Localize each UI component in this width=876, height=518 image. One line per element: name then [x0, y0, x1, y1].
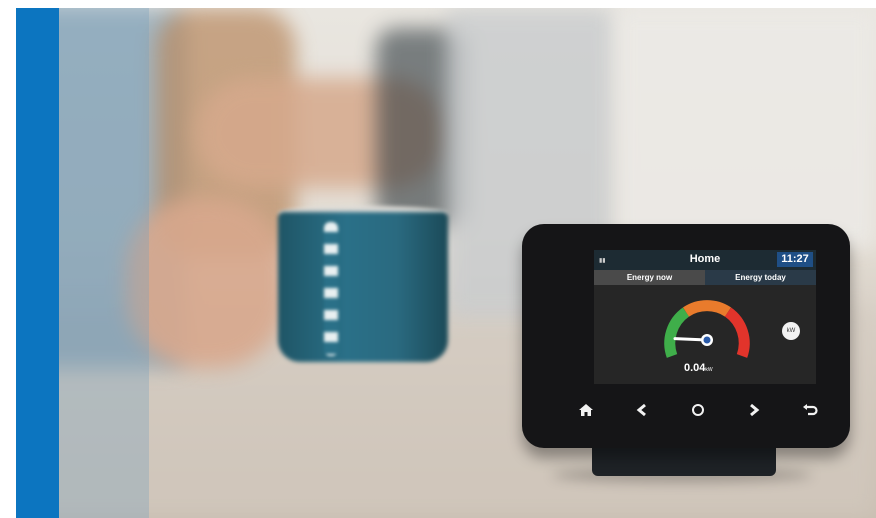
chevron-right-icon[interactable]	[742, 398, 766, 422]
gauge-orange-arc	[682, 300, 732, 317]
tab-energy-now[interactable]: Energy now	[594, 270, 705, 285]
status-bar: ▮▮ Home 11:27	[594, 250, 816, 270]
hand-blur	[126, 198, 286, 368]
circle-icon[interactable]	[686, 398, 710, 422]
in-home-display: ▮▮ Home 11:27 Energy now Energy today 0.…	[522, 224, 850, 448]
reading-unit: kW	[705, 367, 713, 373]
chevron-left-icon[interactable]	[630, 398, 654, 422]
shelf-blur	[616, 8, 876, 248]
back-arrow-icon[interactable]	[798, 398, 822, 422]
screen-tabs: Energy now Energy today	[594, 270, 816, 285]
unit-toggle-button[interactable]: kW	[782, 322, 800, 340]
brand-accent-bar	[16, 8, 59, 518]
home-icon[interactable]	[574, 398, 598, 422]
reading-value: 0.04	[684, 362, 706, 374]
gauge-green-arc	[664, 307, 690, 358]
tab-energy-today[interactable]: Energy today	[705, 270, 816, 285]
clock: 11:27	[777, 252, 813, 267]
device-screen: ▮▮ Home 11:27 Energy now Energy today 0.…	[594, 250, 816, 384]
gauge-red-arc	[724, 307, 750, 358]
mug-pattern	[324, 222, 338, 356]
device-nav-buttons	[574, 398, 822, 422]
photo-frame: ▮▮ Home 11:27 Energy now Energy today 0.…	[16, 8, 876, 518]
gauge-hub-inner	[703, 336, 711, 344]
energy-reading: 0.04kW	[684, 362, 713, 374]
mug	[278, 212, 448, 362]
